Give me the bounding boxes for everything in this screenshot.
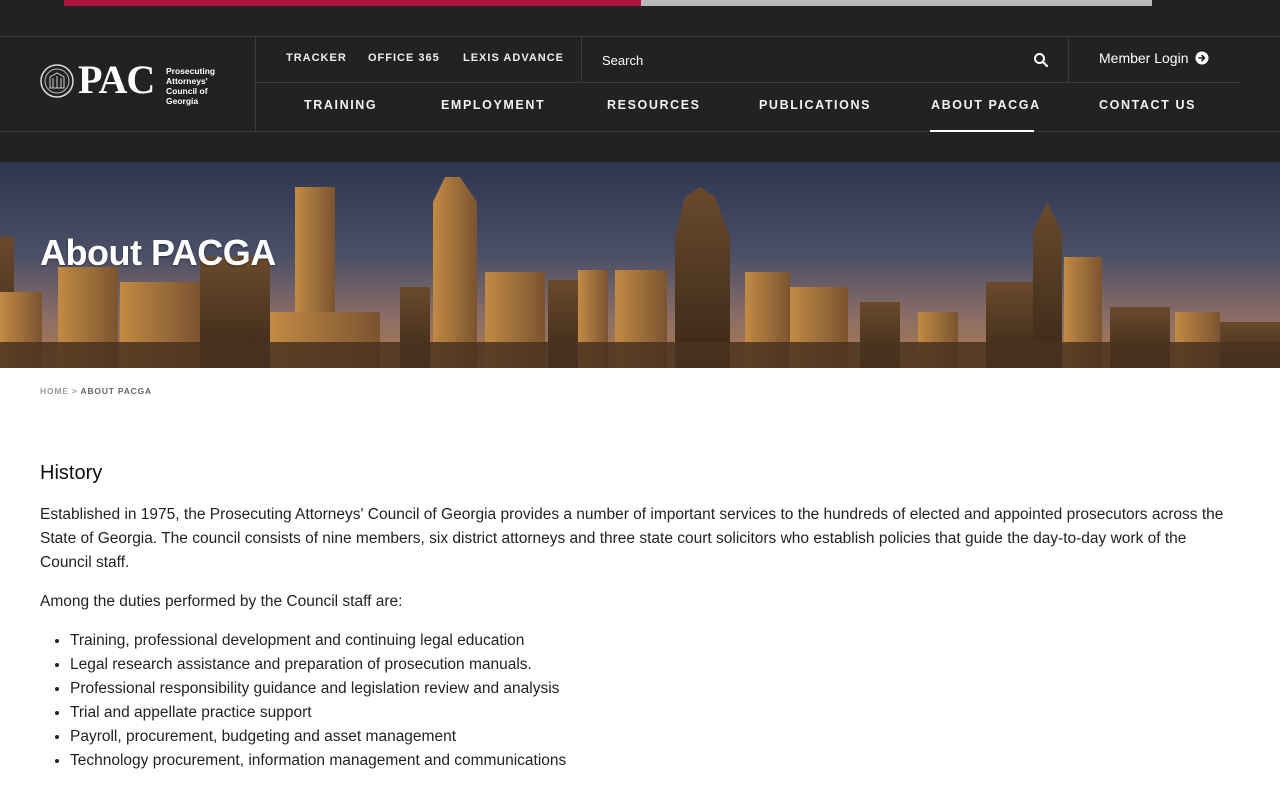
breadcrumb: HOME > ABOUT PACGA <box>40 386 152 396</box>
divider <box>581 37 582 82</box>
breadcrumb-home[interactable]: HOME <box>40 386 69 396</box>
logo-subtitle: Prosecuting Attorneys' Council of Georgi… <box>166 66 216 106</box>
logo-wordmark: PAC <box>78 57 155 102</box>
search-input[interactable]: Search <box>602 53 643 68</box>
list-item: Payroll, procurement, budgeting and asse… <box>70 725 1240 749</box>
duties-intro: Among the duties performed by the Counci… <box>40 593 403 610</box>
nav-employment[interactable]: EMPLOYMENT <box>441 98 545 112</box>
nav-training[interactable]: TRAINING <box>304 98 377 112</box>
member-login-label: Member Login <box>1099 50 1189 66</box>
member-login-button[interactable]: Member Login <box>1099 50 1209 66</box>
nav-about-pacga[interactable]: ABOUT PACGA <box>931 98 1041 112</box>
nav-contact-us[interactable]: CONTACT US <box>1099 98 1196 112</box>
arrow-circle-right-icon <box>1195 51 1208 65</box>
list-item: Trial and appellate practice support <box>70 701 1240 725</box>
lexis-advance-link[interactable]: LEXIS ADVANCE <box>463 52 564 64</box>
progress-track <box>64 0 1152 6</box>
site-logo[interactable]: PAC Prosecuting Attorneys' Council of Ge… <box>40 58 220 106</box>
top-bar <box>0 0 1280 37</box>
main-content: History Established in 1975, the Prosecu… <box>40 462 1240 773</box>
list-item: Technology procurement, information mana… <box>70 749 1240 773</box>
list-item: Training, professional development and c… <box>70 629 1240 653</box>
office365-link[interactable]: OFFICE 365 <box>368 52 440 64</box>
nav-resources[interactable]: RESOURCES <box>607 98 701 112</box>
section-heading: History <box>40 462 103 484</box>
divider <box>1068 37 1069 82</box>
tracker-link[interactable]: TRACKER <box>286 52 347 64</box>
duties-list: Training, professional development and c… <box>40 629 1240 773</box>
divider <box>0 131 1280 132</box>
list-item: Legal research assistance and preparatio… <box>70 653 1240 677</box>
nav-publications[interactable]: PUBLICATIONS <box>759 98 871 112</box>
search-icon[interactable] <box>1033 52 1049 68</box>
georgia-seal-icon <box>40 64 74 98</box>
divider <box>256 82 1240 83</box>
progress-fill <box>64 0 641 6</box>
page-title: About PACGA <box>40 232 276 273</box>
history-paragraph: Established in 1975, the Prosecuting Att… <box>40 506 1224 571</box>
breadcrumb-current: ABOUT PACGA <box>80 386 152 396</box>
breadcrumb-separator: > <box>71 386 78 396</box>
nav-active-indicator <box>930 130 1034 132</box>
divider <box>0 36 1280 37</box>
list-item: Professional responsibility guidance and… <box>70 677 1240 701</box>
divider <box>255 37 256 132</box>
